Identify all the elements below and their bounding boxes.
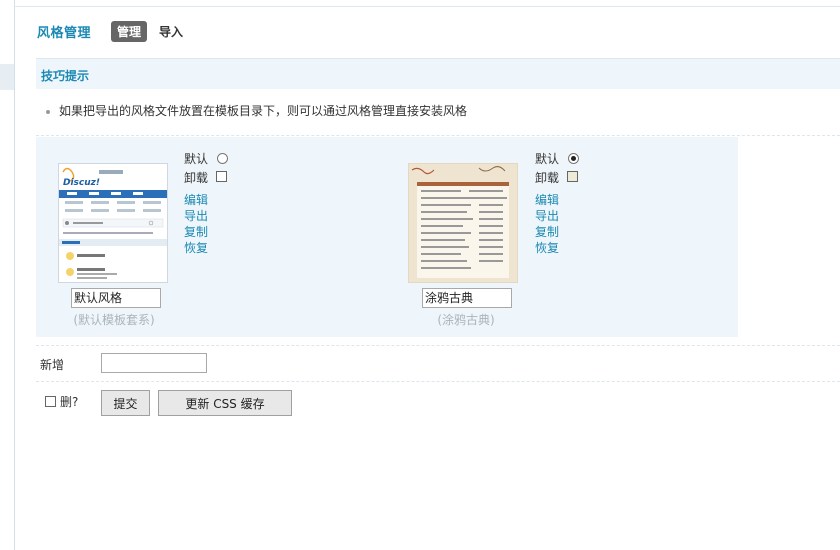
- divider: [36, 381, 840, 382]
- bullet-icon: [46, 109, 50, 114]
- style-thumbnail-graffiti[interactable]: [408, 163, 518, 283]
- new-style-label: 新增: [40, 358, 65, 372]
- style-name-input[interactable]: 涂鸦古典: [422, 288, 512, 308]
- page-title: 风格管理: [37, 25, 92, 41]
- left-rail: [0, 0, 15, 550]
- restore-link[interactable]: 恢复: [184, 239, 208, 256]
- tips-bar: 技巧提示: [36, 58, 840, 89]
- style-template-label: (涂鸦古典): [437, 313, 495, 327]
- styles-panel: Discuz! 默认风格 (默认模板套系) 默认 卸载 编辑 导出 复制 恢复: [36, 137, 738, 337]
- style-name-input[interactable]: 默认风格: [71, 288, 161, 308]
- divider: [36, 135, 840, 136]
- tab-manage[interactable]: 管理: [111, 20, 148, 42]
- uninstall-label: 卸载: [184, 171, 209, 185]
- style-thumbnail-default[interactable]: Discuz!: [58, 163, 168, 283]
- divider: [36, 345, 840, 346]
- export-link[interactable]: 导出: [184, 207, 208, 224]
- style-template-label: (默认模板套系): [73, 313, 155, 327]
- update-css-cache-button[interactable]: 更新 CSS 缓存: [158, 390, 292, 416]
- tips-title: 技巧提示: [41, 69, 90, 83]
- top-divider: [14, 6, 840, 7]
- tip-item: 如果把导出的风格文件放置在模板目录下，则可以通过风格管理直接安装风格: [46, 102, 467, 119]
- discuz-preview-image: Discuz!: [59, 164, 167, 282]
- edit-link[interactable]: 编辑: [184, 191, 208, 208]
- default-label: 默认: [535, 152, 560, 166]
- copy-link[interactable]: 复制: [184, 223, 208, 240]
- copy-link[interactable]: 复制: [535, 223, 559, 240]
- export-link[interactable]: 导出: [535, 207, 559, 224]
- left-rail-shade: [0, 64, 14, 90]
- tip-text: 如果把导出的风格文件放置在模板目录下，则可以通过风格管理直接安装风格: [59, 104, 468, 118]
- delete-label: 删?: [60, 395, 79, 409]
- tab-import[interactable]: 导入: [153, 21, 189, 42]
- default-label: 默认: [184, 152, 209, 166]
- default-radio[interactable]: [217, 153, 228, 164]
- uninstall-label: 卸载: [535, 171, 560, 185]
- default-radio[interactable]: [568, 153, 579, 164]
- delete-checkbox[interactable]: [45, 396, 56, 407]
- discuz-logo-text: Discuz!: [63, 178, 100, 188]
- new-style-input[interactable]: [101, 353, 207, 373]
- edit-link[interactable]: 编辑: [535, 191, 559, 208]
- uninstall-checkbox[interactable]: [216, 171, 227, 182]
- submit-button[interactable]: 提交: [101, 390, 150, 416]
- graffiti-preview-image: [409, 164, 517, 282]
- page-header: 风格管理 管理 导入: [37, 20, 195, 42]
- restore-link[interactable]: 恢复: [535, 239, 559, 256]
- uninstall-checkbox[interactable]: [567, 171, 578, 182]
